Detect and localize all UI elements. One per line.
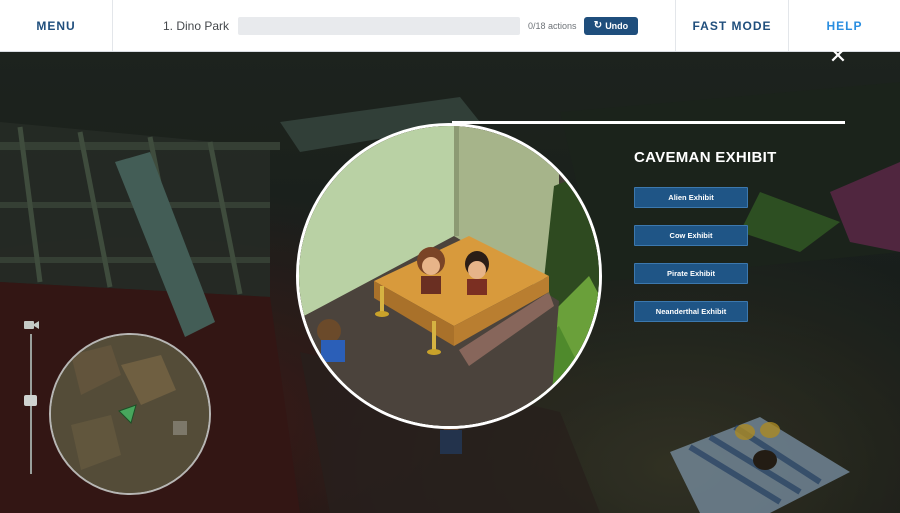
zoom-divider-line: [452, 121, 845, 124]
menu-label: MENU: [36, 18, 76, 33]
minimap-map: [51, 335, 209, 493]
exhibit-title: CAVEMAN EXHIBIT: [634, 149, 777, 166]
level-status: 1. Dino Park 0/18 actions ↻ Undo: [113, 0, 676, 51]
zoom-slider-thumb[interactable]: [24, 395, 37, 406]
close-button[interactable]: ✕: [826, 44, 850, 68]
undo-button[interactable]: ↻ Undo: [584, 16, 638, 35]
zoom-view: [296, 123, 602, 429]
undo-icon: ↻: [593, 20, 603, 31]
fast-mode-button[interactable]: FAST MODE: [676, 0, 789, 51]
actions-count: 0/18 actions: [528, 20, 577, 31]
exhibit-option-label: Cow Exhibit: [669, 231, 713, 240]
camera-icon: [24, 321, 39, 329]
action-progress-bar: [238, 16, 520, 35]
exhibit-option-label: Pirate Exhibit: [667, 269, 715, 278]
exhibit-option-label: Neanderthal Exhibit: [655, 307, 727, 316]
exhibit-option-neanderthal[interactable]: Neanderthal Exhibit: [634, 301, 748, 322]
exhibit-option-pirate[interactable]: Pirate Exhibit: [634, 263, 748, 284]
exhibit-option-alien[interactable]: Alien Exhibit: [634, 187, 748, 208]
minimap[interactable]: [49, 333, 211, 495]
fast-mode-label: FAST MODE: [692, 18, 772, 33]
top-bar: MENU 1. Dino Park 0/18 actions ↻ Undo FA…: [0, 0, 900, 52]
exhibit-option-cow[interactable]: Cow Exhibit: [634, 225, 748, 246]
exhibit-option-label: Alien Exhibit: [668, 193, 714, 202]
zoom-scene: [299, 126, 599, 426]
close-icon: ✕: [828, 43, 848, 68]
menu-button[interactable]: MENU: [0, 0, 113, 51]
undo-label: Undo: [605, 20, 629, 31]
help-label: HELP: [826, 18, 863, 33]
level-name: 1. Dino Park: [163, 18, 230, 33]
